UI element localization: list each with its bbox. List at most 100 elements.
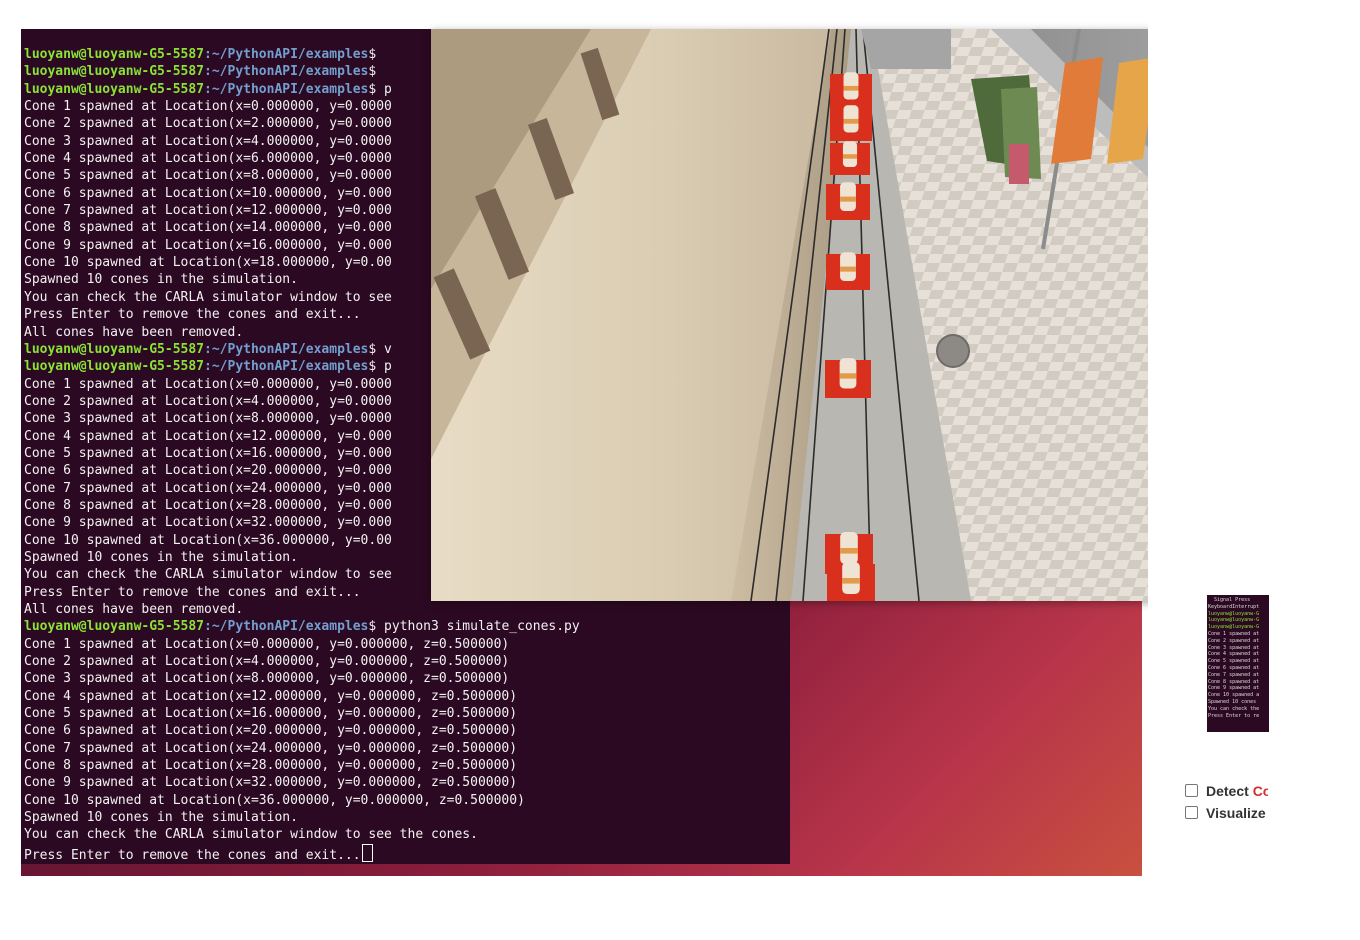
mini-terminal-line: Cone 10 spawned a — [1208, 692, 1260, 699]
terminal-line-text: Cone 4 spawned at Location(x=12.000000, … — [24, 428, 392, 444]
terminal-line: Cone 8 spawned at Location(x=28.000000, … — [24, 757, 580, 774]
terminal-line-text: Cone 9 spawned at Location(x=16.000000, … — [24, 237, 392, 253]
carla-simulator-window[interactable] — [431, 29, 1268, 601]
mini-terminal-line: Cone 4 spawned at — [1208, 651, 1260, 658]
terminal-line: Cone 5 spawned at Location(x=16.000000, … — [24, 705, 580, 722]
prompt-path: :~/PythonAPI/examples — [204, 81, 369, 97]
prompt-user: luoyanw@luoyanw-G5-5587 — [24, 359, 205, 375]
distant-pavement — [861, 29, 951, 69]
terminal-line: Cone 2 spawned at Location(x=4.000000, y… — [24, 653, 580, 670]
terminal-line-text: You can check the CARLA simulator window… — [24, 567, 392, 583]
terminal-line-text: Cone 10 spawned at Location(x=18.000000,… — [24, 255, 392, 271]
terminal-line-text: Cone 9 spawned at Location(x=32.000000, … — [24, 775, 518, 791]
terminal-line: Cone 6 spawned at Location(x=20.000000, … — [24, 722, 580, 739]
terminal-line-text: Cone 2 spawned at Location(x=4.000000, y… — [24, 654, 510, 670]
manhole-cover — [936, 334, 970, 368]
traffic-cone — [827, 562, 875, 601]
terminal-line-text: $ p — [368, 359, 392, 375]
mini-terminal-line: Cone 9 spawned at — [1208, 685, 1260, 692]
terminal-line-text: Cone 3 spawned at Location(x=8.000000, y… — [24, 671, 510, 687]
detect-label: Detect — [1206, 783, 1253, 799]
terminal-line-text: Cone 2 spawned at Location(x=4.000000, y… — [24, 393, 392, 409]
terminal-line-text: Cone 3 spawned at Location(x=8.000000, y… — [24, 411, 392, 427]
prompt-path: :~/PythonAPI/examples — [204, 359, 369, 375]
terminal-line-text: All cones have been removed. — [24, 602, 244, 617]
terminal-line-text: $ python3 simulate_cones.py — [368, 619, 580, 635]
traffic-cone — [830, 141, 870, 175]
visualize-checkbox[interactable] — [1185, 806, 1198, 819]
traffic-cone — [825, 358, 871, 398]
terminal-line-text: Cone 7 spawned at Location(x=24.000000, … — [24, 480, 392, 496]
terminal-line-text: Cone 9 spawned at Location(x=32.000000, … — [24, 515, 392, 531]
terminal-line: luoyanw@luoyanw-G5-5587:~/PythonAPI/exam… — [24, 618, 580, 635]
terminal-line-text: Press Enter to remove the cones and exit… — [24, 584, 361, 600]
prompt-user: luoyanw@luoyanw-G5-5587 — [24, 619, 205, 635]
detect-checkbox[interactable] — [1185, 784, 1198, 797]
detect-label-accent: Co — [1252, 783, 1268, 799]
terminal-line-text: Cone 6 spawned at Location(x=10.000000, … — [24, 185, 392, 201]
terminal-line-text: Cone 10 spawned at Location(x=36.000000,… — [24, 532, 392, 548]
terminal-line-text: Cone 7 spawned at Location(x=24.000000, … — [24, 740, 518, 756]
mini-terminal-line: Cone 6 spawned at — [1208, 664, 1260, 671]
terminal-line-text: Press Enter to remove the cones and exit… — [24, 307, 361, 323]
traffic-cone — [830, 105, 872, 141]
terminal-line: Cone 10 spawned at Location(x=36.000000,… — [24, 792, 580, 809]
prompt-path: :~/PythonAPI/examples — [204, 619, 369, 635]
terminal-line: Cone 9 spawned at Location(x=32.000000, … — [24, 774, 580, 791]
terminal-line-text: $ — [368, 64, 385, 80]
detect-option[interactable]: Detect Co — [1185, 783, 1268, 801]
terminal-line: Cone 3 spawned at Location(x=8.000000, y… — [24, 670, 580, 687]
mini-terminal-line: Press Enter to re — [1208, 712, 1260, 719]
terminal-cursor — [361, 843, 373, 862]
mini-terminal-line: Spawned 10 cones — [1208, 698, 1257, 705]
mini-terminal-line: Cone 7 spawned at — [1208, 671, 1260, 678]
mini-terminal-line: Cone 2 spawned at — [1208, 637, 1260, 644]
terminal-line-text: Cone 10 spawned at Location(x=36.000000,… — [24, 792, 525, 808]
terminal-line-text: Cone 7 spawned at Location(x=12.000000, … — [24, 203, 392, 219]
visualize-option[interactable]: Visualize — [1185, 805, 1268, 823]
terminal-line-text: Cone 3 spawned at Location(x=4.000000, y… — [24, 133, 392, 149]
terminal-line-text: You can check the CARLA simulator window… — [24, 827, 478, 843]
terminal-line-text: Press Enter to remove the cones and exit… — [24, 847, 361, 863]
terminal-line: Cone 1 spawned at Location(x=0.000000, y… — [24, 636, 580, 653]
terminal-line-text: Cone 5 spawned at Location(x=16.000000, … — [24, 445, 392, 461]
prompt-path: :~/PythonAPI/examples — [204, 341, 369, 357]
terminal-line-text: Cone 8 spawned at Location(x=28.000000, … — [24, 497, 392, 513]
terminal-line-text: All cones have been removed. — [24, 324, 244, 340]
terminal-line-text: Cone 2 spawned at Location(x=2.000000, y… — [24, 116, 392, 132]
terminal-line-text: Spawned 10 cones in the simulation. — [24, 272, 298, 288]
mini-terminal-line: Cone 1 spawned at — [1208, 630, 1260, 637]
terminal-line: Spawned 10 cones in the simulation. — [24, 809, 580, 826]
mini-terminal-line: Cone 5 spawned at — [1208, 658, 1260, 665]
terminal-line: You can check the CARLA simulator window… — [24, 826, 580, 843]
mini-terminal-line: luoyanw@luoyanw-G — [1208, 610, 1260, 617]
terminal-line-text: Cone 4 spawned at Location(x=6.000000, y… — [24, 151, 392, 167]
prompt-path: :~/PythonAPI/examples — [204, 64, 369, 80]
terminal-line: Cone 4 spawned at Location(x=12.000000, … — [24, 688, 580, 705]
terminal-line-text: $ p — [368, 81, 392, 97]
prompt-user: luoyanw@luoyanw-G5-5587 — [24, 341, 205, 357]
terminal-line-text: Cone 8 spawned at Location(x=28.000000, … — [24, 758, 518, 774]
terminal-line-text: Spawned 10 cones in the simulation. — [24, 549, 298, 565]
mini-terminal-line: You can check the — [1208, 705, 1260, 712]
terminal-line-text: Cone 5 spawned at Location(x=8.000000, y… — [24, 168, 392, 184]
terminal-line-text: Cone 6 spawned at Location(x=20.000000, … — [24, 463, 392, 479]
terminal-line-text: Cone 8 spawned at Location(x=14.000000, … — [24, 220, 392, 236]
visualize-label: Visualize — [1206, 805, 1266, 821]
prompt-user: luoyanw@luoyanw-G5-5587 — [24, 47, 205, 62]
terminal-line-text: Cone 5 spawned at Location(x=16.000000, … — [24, 706, 518, 722]
mini-terminal-line: luoyanw@luoyanw-G — [1208, 617, 1260, 624]
mini-terminal-line: Cone 8 spawned at — [1208, 678, 1260, 685]
terminal-line: Cone 7 spawned at Location(x=24.000000, … — [24, 740, 580, 757]
terminal-line-text: You can check the CARLA simulator window… — [24, 289, 392, 305]
terminal-line-text: $ — [368, 47, 385, 62]
prompt-user: luoyanw@luoyanw-G5-5587 — [24, 64, 205, 80]
terminal-line: All cones have been removed. — [24, 601, 580, 618]
prompt-user: luoyanw@luoyanw-G5-5587 — [24, 81, 205, 97]
traffic-cone — [826, 252, 870, 290]
traffic-cone — [826, 182, 870, 220]
terminal-line-text: Cone 1 spawned at Location(x=0.000000, y… — [24, 376, 392, 392]
terminal-line-text: $ v — [368, 341, 392, 357]
terminal-line-text: Cone 4 spawned at Location(x=12.000000, … — [24, 688, 518, 704]
mini-terminal-line: KeyboardInterrupt — [1208, 603, 1260, 610]
